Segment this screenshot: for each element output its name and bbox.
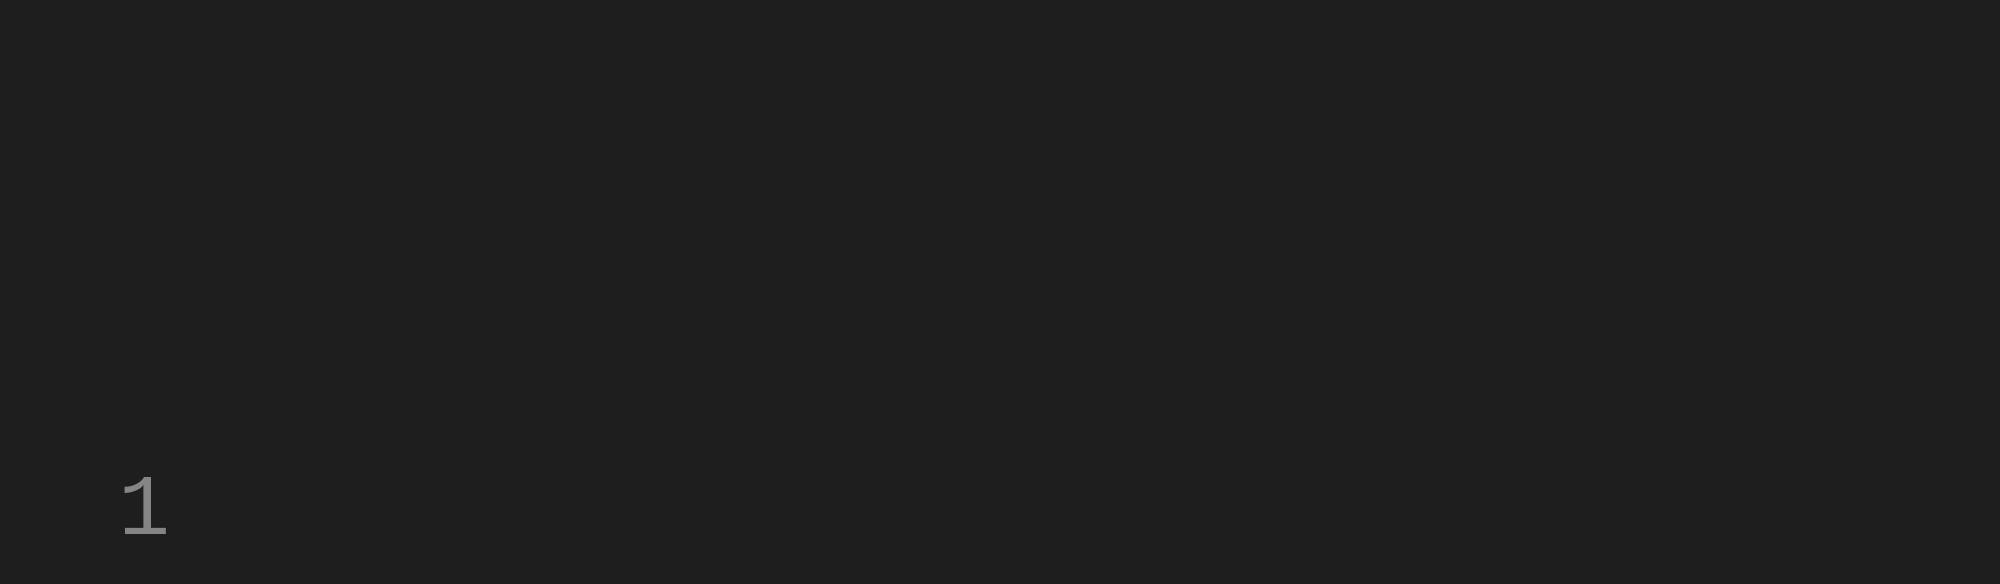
code-line[interactable]: 1 let username: string | null — [0, 438, 2000, 584]
line-number: 1 — [0, 438, 255, 584]
code-content[interactable]: let username: string | null — [255, 438, 1648, 584]
code-editor[interactable]: 1 let username: string | null 2 username… — [0, 0, 2000, 584]
